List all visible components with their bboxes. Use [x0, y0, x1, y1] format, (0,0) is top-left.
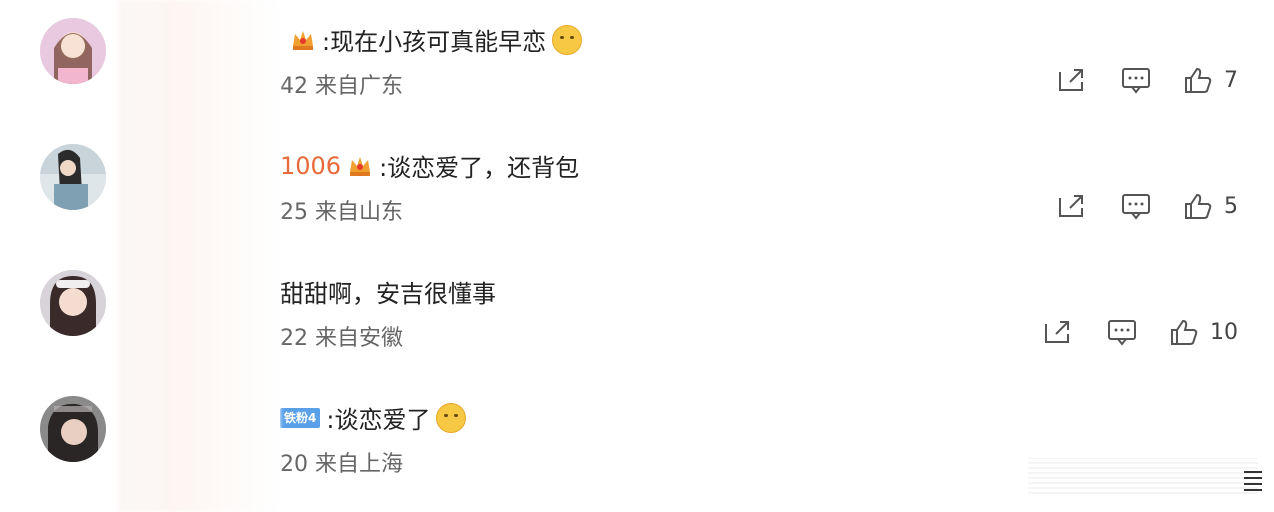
avatar[interactable]: [40, 144, 106, 210]
smile-emoji-icon: [436, 402, 467, 433]
like-count: 5: [1224, 193, 1238, 219]
fan-badge: 铁粉4: [280, 407, 321, 428]
comment-text: :现在小孩可真能早恋: [322, 28, 547, 56]
like-count: 10: [1210, 319, 1238, 345]
avatar[interactable]: [40, 396, 106, 462]
comment-icon[interactable]: [1120, 192, 1152, 220]
share-icon[interactable]: [1056, 192, 1088, 220]
username-blur-mask: [118, 0, 280, 512]
comment-icon[interactable]: [1106, 318, 1138, 346]
comment-text-line: 1006 :谈恋爱了，还背包: [280, 148, 579, 183]
comment-meta: 20 来自上海: [280, 452, 403, 477]
comment-actions: 5: [1056, 192, 1238, 220]
avatar[interactable]: [40, 270, 106, 336]
more-fade: [1028, 458, 1258, 494]
thumbs-up-icon[interactable]: [1168, 318, 1200, 346]
like-count: 7: [1224, 67, 1238, 93]
thumbs-up-icon[interactable]: [1182, 192, 1214, 220]
username-fragment[interactable]: 1006: [280, 152, 341, 180]
comment-meta: 42 来自广东: [280, 74, 403, 99]
avatar[interactable]: [40, 18, 106, 84]
list-more-icon[interactable]: [1242, 468, 1264, 494]
comment-actions: 7: [1056, 66, 1238, 94]
comment-text: :谈恋爱了，还背包: [379, 154, 580, 182]
thinking-emoji-icon: [552, 24, 583, 55]
share-icon[interactable]: [1056, 66, 1088, 94]
share-icon[interactable]: [1042, 318, 1074, 346]
comment-text: :谈恋爱了: [326, 406, 431, 434]
crown-icon: [347, 154, 373, 178]
comment-text-line: :现在小孩可真能早恋: [290, 22, 583, 57]
thumbs-up-icon[interactable]: [1182, 66, 1214, 94]
comment-meta: 25 来自山东: [280, 200, 403, 225]
comment-icon[interactable]: [1120, 66, 1152, 94]
comment-text-line: 铁粉4 :谈恋爱了: [280, 400, 467, 435]
comment-actions: 10: [1042, 318, 1238, 346]
crown-icon: [290, 28, 316, 52]
comment-text: 甜甜啊，安吉很懂事: [280, 280, 496, 308]
comment-meta: 22 来自安徽: [280, 326, 403, 351]
comment-text-line: 甜甜啊，安吉很懂事: [280, 274, 496, 309]
